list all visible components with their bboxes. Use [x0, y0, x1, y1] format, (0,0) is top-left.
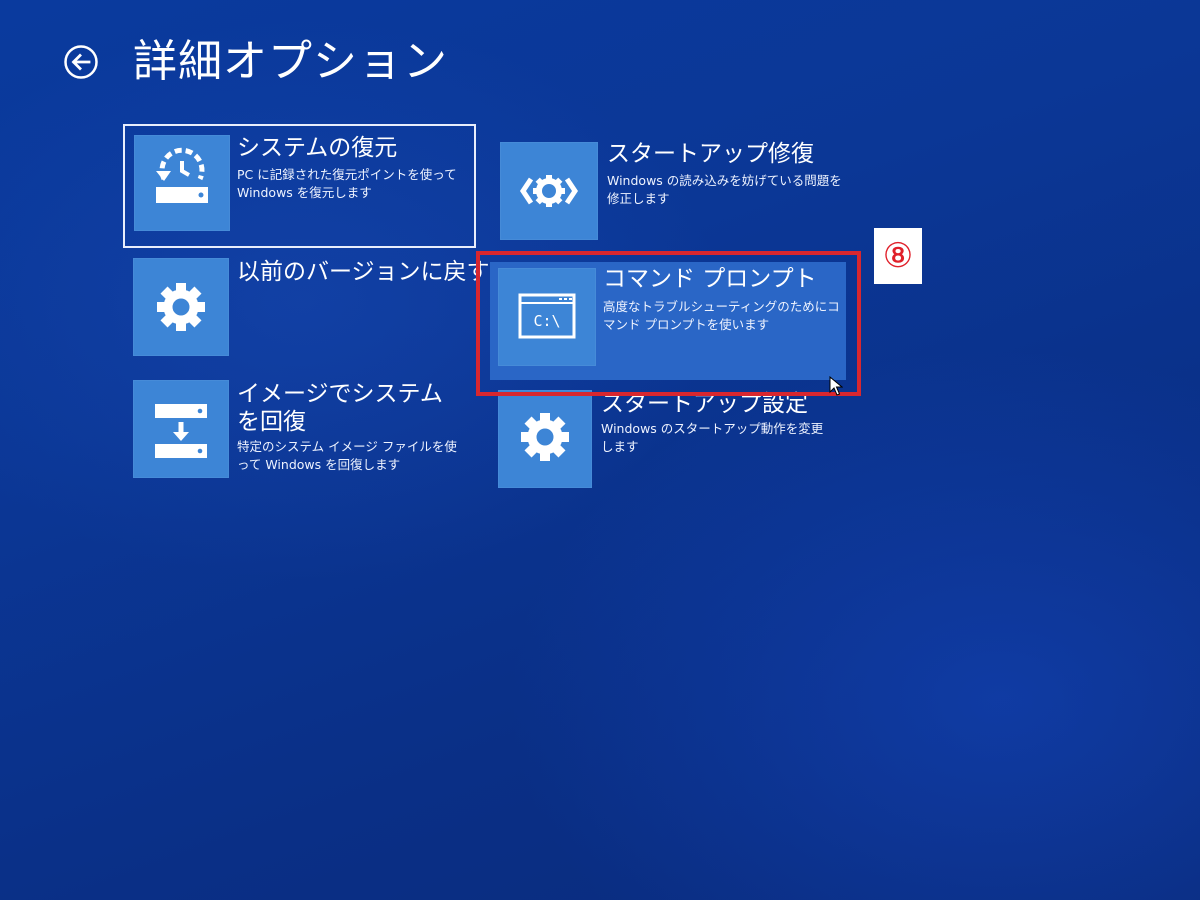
tile-previous-version[interactable]: 以前のバージョンに戻す [133, 258, 490, 358]
gear-icon [498, 390, 592, 488]
tile-description: 特定のシステム イメージ ファイルを使って Windows を回復します [237, 439, 457, 472]
tile-title: システムの復元 [237, 135, 398, 161]
gear-icon [133, 258, 229, 356]
annotation-step-marker: ⑧ [874, 228, 922, 284]
tile-title: スタートアップ修復 [607, 141, 814, 167]
mouse-pointer-icon [829, 375, 844, 400]
tile-title: 以前のバージョンに戻す [237, 259, 490, 285]
back-arrow-icon [64, 45, 98, 79]
startup-repair-icon [500, 142, 598, 240]
tile-startup-repair[interactable]: スタートアップ修復 Windows の読み込みを妨げている問題を修正します [500, 140, 850, 244]
tile-description: PC に記録された復元ポイントを使って Windows を復元します [237, 167, 457, 200]
tile-system-restore[interactable]: システムの復元 PC に記録された復元ポイントを使って Windows を復元し… [123, 124, 476, 248]
system-restore-icon [134, 135, 230, 231]
tile-description: Windows の読み込みを妨げている問題を修正します [607, 173, 842, 206]
system-image-recovery-icon [133, 380, 229, 478]
tile-description: Windows のスタートアップ動作を変更します [601, 421, 824, 454]
page-title: 詳細オプション [133, 36, 448, 87]
tile-system-image-recovery[interactable]: イメージでシステムを回復 特定のシステム イメージ ファイルを使って Windo… [133, 380, 473, 480]
tile-title: イメージでシステムを回復 [237, 381, 443, 435]
back-button[interactable] [63, 44, 99, 80]
tile-startup-settings[interactable]: スタートアップ設定 Windows のスタートアップ動作を変更します [498, 390, 848, 490]
annotation-highlight-box [476, 251, 861, 396]
